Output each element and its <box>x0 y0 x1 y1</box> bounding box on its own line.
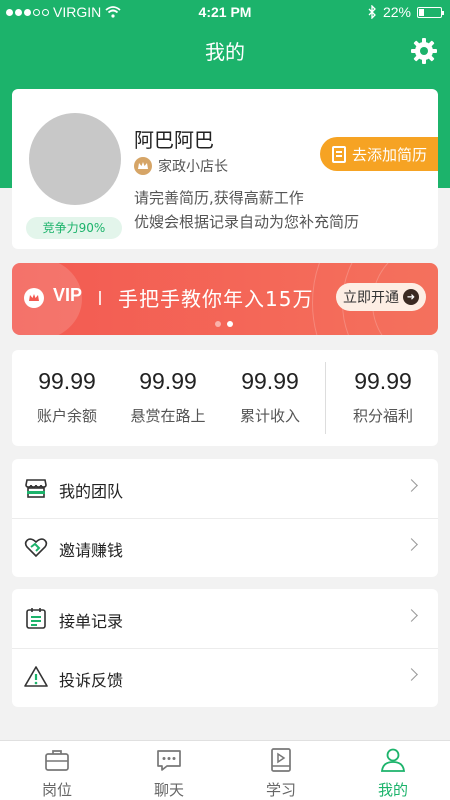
competitiveness-badge: 竞争力90% <box>26 217 122 239</box>
stat-value: 99.99 <box>139 368 197 394</box>
stat-value: 99.99 <box>38 368 96 394</box>
chevron-right-icon <box>405 538 418 551</box>
tab-label: 聊天 <box>153 781 184 799</box>
menu-label: 我的团队 <box>59 482 124 501</box>
resume-doc-icon <box>332 145 346 163</box>
stat-income[interactable]: 99.99 累计收入 <box>220 368 320 426</box>
stat-value: 99.99 <box>354 368 412 394</box>
vip-label: VIP <box>53 285 83 305</box>
resume-hint-2: 优嫂会根据记录自动为您补充简历 <box>134 213 360 231</box>
chevron-right-icon <box>405 668 418 681</box>
book-icon <box>271 748 291 772</box>
vip-divider <box>99 291 101 305</box>
chevron-right-icon <box>405 609 418 622</box>
gear-icon[interactable] <box>410 37 438 65</box>
add-resume-button[interactable]: 去添加简历 <box>320 137 438 171</box>
menu-group-2: 接单记录 投诉反馈 <box>12 589 438 707</box>
tab-bar: 岗位 聊天 学习 我的 <box>0 740 450 800</box>
pager-dot-active <box>227 321 233 327</box>
stat-points[interactable]: 99.99 积分福利 <box>333 368 433 426</box>
menu-label: 邀请赚钱 <box>59 541 124 560</box>
menu-label: 接单记录 <box>59 612 124 631</box>
chevron-right-icon <box>405 479 418 492</box>
stats-card: 99.99 账户余额 99.99 悬赏在路上 99.99 累计收入 99.99 … <box>12 350 438 446</box>
crown-icon <box>134 157 152 175</box>
battery-icon <box>417 6 444 18</box>
stat-label: 累计收入 <box>239 407 300 425</box>
tab-mine[interactable]: 我的 <box>363 747 423 800</box>
vip-open-label: 立即开通 <box>343 290 399 306</box>
briefcase-icon <box>45 750 69 771</box>
pager-dot <box>215 321 221 327</box>
stat-balance[interactable]: 99.99 账户余额 <box>17 368 117 426</box>
user-role-label: 家政小店长 <box>158 159 228 175</box>
tab-jobs[interactable]: 岗位 <box>27 747 87 800</box>
resume-hint-1: 请完善简历,获得高薪工作 <box>134 189 304 207</box>
handshake-heart-icon <box>24 538 48 558</box>
vip-crown-icon <box>24 288 44 308</box>
stat-bounty[interactable]: 99.99 悬赏在路上 <box>118 368 218 426</box>
battery-percent: 22% <box>382 4 411 20</box>
stat-divider <box>325 362 326 434</box>
page-title: 我的 <box>205 40 245 64</box>
chat-icon <box>157 750 181 771</box>
banner-pager <box>215 321 233 327</box>
calendar-list-icon <box>26 608 46 629</box>
store-icon <box>25 479 47 498</box>
avatar[interactable] <box>29 113 121 205</box>
status-bar: VIRGIN 4:21 PM 22% <box>0 0 450 24</box>
user-name: 阿巴阿巴 <box>134 128 214 152</box>
stat-label: 账户余额 <box>36 407 97 425</box>
menu-item-my-team[interactable]: 我的团队 <box>12 459 438 518</box>
tab-label: 岗位 <box>41 781 72 799</box>
warning-icon <box>24 666 48 687</box>
tab-label: 我的 <box>377 781 408 799</box>
menu-item-complaint-feedback[interactable]: 投诉反馈 <box>12 648 438 707</box>
vip-banner[interactable]: VIP 手把手教你年入15万 立即开通 ➜ <box>12 263 438 335</box>
tab-learn[interactable]: 学习 <box>251 747 311 800</box>
user-role: 家政小店长 <box>134 156 228 176</box>
vip-slogan: 手把手教你年入15万 <box>118 287 314 311</box>
add-resume-label: 去添加简历 <box>352 145 428 164</box>
profile-card[interactable]: 竞争力90% 阿巴阿巴 家政小店长 请完善简历,获得高薪工作 优嫂会根据记录自动… <box>12 89 438 249</box>
user-icon <box>380 748 406 772</box>
stat-label: 积分福利 <box>352 407 413 425</box>
menu-item-order-records[interactable]: 接单记录 <box>12 589 438 648</box>
menu-group-1: 我的团队 邀请赚钱 <box>12 459 438 577</box>
bluetooth-icon <box>368 5 376 19</box>
menu-label: 投诉反馈 <box>59 671 124 690</box>
vip-open-button[interactable]: 立即开通 ➜ <box>336 283 426 311</box>
arrow-right-icon: ➜ <box>403 289 419 305</box>
stat-value: 99.99 <box>241 368 299 394</box>
stat-label: 悬赏在路上 <box>130 407 206 425</box>
tab-label: 学习 <box>265 781 296 799</box>
tab-chat[interactable]: 聊天 <box>139 747 199 800</box>
menu-item-invite-earn[interactable]: 邀请赚钱 <box>12 518 438 577</box>
